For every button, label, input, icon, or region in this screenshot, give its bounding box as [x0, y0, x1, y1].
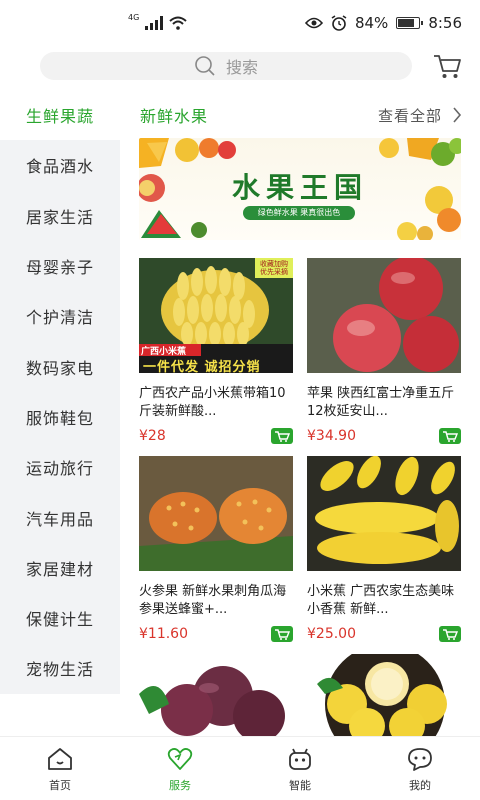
sidebar-item-personal-care[interactable]: 个护清洁 [0, 291, 120, 341]
product-image [307, 654, 461, 736]
nav-me-label: 我的 [409, 779, 431, 792]
apple-image [307, 258, 461, 373]
cart-icon[interactable] [432, 52, 462, 80]
price-row: ¥25.00 [307, 626, 461, 642]
status-bar: 4G 84% 8:56 [0, 0, 480, 52]
product-price: ¥34.90 [307, 428, 356, 444]
chevron-right-icon [453, 107, 462, 123]
sidebar-item-apparel[interactable]: 服饰鞋包 [0, 392, 120, 442]
product-name: 苹果 陕西红富士净重五斤12枚延安山... [307, 386, 455, 419]
sidebar-item-pets[interactable]: 宠物生活 [0, 643, 120, 693]
lemon-image [307, 654, 461, 736]
product-card[interactable]: 小米蕉 广西农家生态美味小香蕉 新鲜... ¥25.00 [307, 456, 461, 642]
product-image [139, 654, 293, 736]
product-name: 广西农产品小米蕉带箱10斤装新鲜酸... [139, 386, 286, 419]
promo-tag: 一件代发 诚招分销 [143, 360, 261, 373]
category-sidebar: 生鲜果蔬 食品酒水 居家生活 母婴亲子 个护清洁 数码家电 服饰鞋包 运动旅行 … [0, 90, 120, 694]
fruit-banner[interactable]: 水果王国 绿色鲜水果 果真很出色 [139, 138, 461, 240]
signal-icon [145, 16, 164, 30]
product-card[interactable] [139, 654, 293, 736]
product-image: 收藏加购 优先采摘 广西小米蕉 一件代发 诚招分销 [139, 258, 293, 373]
nav-home[interactable]: 首页 [0, 737, 120, 800]
alarm-icon [331, 15, 347, 31]
sidebar-item-food-drinks[interactable]: 食品酒水 [0, 140, 120, 190]
wifi-icon [169, 16, 187, 30]
sidebar-item-home-living[interactable]: 居家生活 [0, 191, 120, 241]
see-all-label: 查看全部 [377, 106, 442, 125]
product-card[interactable]: 收藏加购 优先采摘 广西小米蕉 一件代发 诚招分销 广西农产品小米蕉带箱10斤装… [139, 258, 293, 444]
sidebar-item-baby[interactable]: 母婴亲子 [0, 241, 120, 291]
sidebar-item-electronics[interactable]: 数码家电 [0, 341, 120, 391]
add-to-cart-icon[interactable] [439, 626, 461, 642]
bottom-nav: 首页 服务 智能 我的 [0, 736, 480, 800]
sidebar-item-sports[interactable]: 运动旅行 [0, 442, 120, 492]
product-card[interactable]: 火参果 新鲜水果刺角瓜海参果送蜂蜜+... ¥11.60 [139, 456, 293, 642]
search-input[interactable]: 搜索 [40, 52, 412, 80]
sidebar-item-health[interactable]: 保健计生 [0, 593, 120, 643]
section-header: 新鲜水果 查看全部 [140, 102, 462, 128]
status-right: 84% 8:56 [304, 14, 462, 32]
robot-icon [289, 748, 311, 770]
nav-smart[interactable]: 智能 [240, 737, 360, 800]
price-row: ¥11.60 [139, 626, 293, 642]
price-row: ¥28 [139, 428, 293, 444]
product-name: 小米蕉 广西农家生态美味小香蕉 新鲜... [307, 584, 455, 617]
small-banana-image [307, 456, 461, 571]
nav-service[interactable]: 服务 [120, 737, 240, 800]
add-to-cart-icon[interactable] [271, 428, 293, 444]
battery-icon [396, 17, 424, 29]
search-icon [195, 56, 215, 76]
section-title: 新鲜水果 [140, 107, 209, 126]
add-to-cart-icon[interactable] [271, 626, 293, 642]
home-icon [48, 748, 72, 770]
product-name: 火参果 新鲜水果刺角瓜海参果送蜂蜜+... [139, 584, 287, 617]
sidebar-item-building[interactable]: 家居建材 [0, 543, 120, 593]
banner-title: 水果王国 [231, 171, 368, 204]
product-card[interactable]: 苹果 陕西红富士净重五斤12枚延安山... ¥34.90 [307, 258, 461, 444]
add-to-cart-icon[interactable] [439, 428, 461, 444]
product-price: ¥11.60 [139, 626, 188, 642]
product-image [307, 258, 461, 373]
product-price: ¥28 [139, 428, 166, 444]
price-row: ¥34.90 [307, 428, 461, 444]
heart-icon [167, 748, 193, 770]
product-card[interactable] [307, 654, 461, 736]
chat-icon [408, 748, 432, 771]
passion-fruit-image [139, 654, 293, 736]
nav-service-label: 服务 [169, 779, 191, 792]
main-content: 新鲜水果 查看全部 水果王国 绿色鲜水果 果真很出色 收藏加购 优先采摘 广西小… [120, 90, 480, 736]
battery-percent: 84% [354, 14, 389, 32]
sidebar-item-fresh[interactable]: 生鲜果蔬 [0, 90, 120, 141]
horned-melon-image [139, 456, 293, 571]
search-placeholder: 搜索 [225, 58, 258, 77]
eye-icon [304, 17, 323, 29]
collect-badge: 收藏加购 优先采摘 [260, 260, 288, 276]
sidebar-item-auto[interactable]: 汽车用品 [0, 492, 120, 542]
nav-smart-label: 智能 [289, 779, 311, 792]
banner-subtitle: 绿色鲜水果 果真很出色 [243, 206, 355, 220]
network-type: 4G [128, 12, 140, 22]
search-row: 搜索 [0, 52, 480, 92]
product-image [307, 456, 461, 571]
signal-group: 4G [128, 12, 187, 30]
product-image [139, 456, 293, 571]
nav-me[interactable]: 我的 [360, 737, 480, 800]
product-price: ¥25.00 [307, 626, 356, 642]
nav-home-label: 首页 [49, 779, 71, 792]
clock: 8:56 [428, 14, 462, 32]
see-all-link[interactable]: 查看全部 [378, 105, 462, 126]
